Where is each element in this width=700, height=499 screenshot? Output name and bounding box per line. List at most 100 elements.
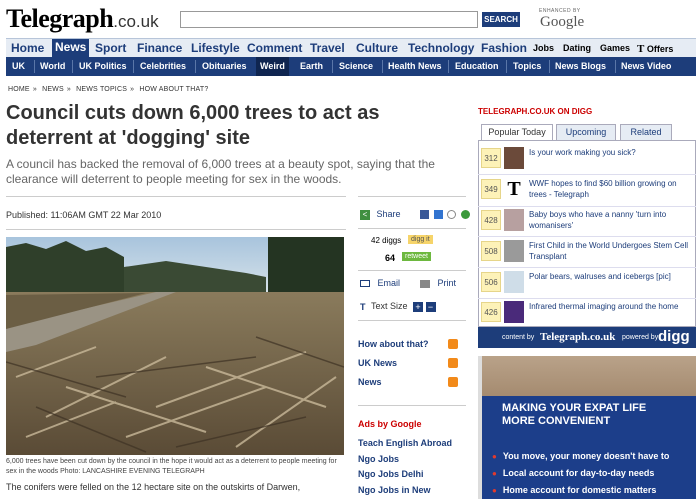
nav-news[interactable]: News (52, 39, 90, 57)
section-link-news[interactable]: News (358, 377, 382, 387)
ad-link[interactable]: Ngo Jobs Delhi (358, 469, 424, 479)
envelope-icon (360, 280, 370, 288)
ad-image (478, 356, 696, 396)
subnav-uk[interactable]: UK (12, 61, 25, 71)
article-headline: Council cuts down 6,000 trees to act as … (6, 102, 380, 149)
digg-count-badge: 508 (481, 241, 501, 261)
story-link[interactable]: First Child in the World Undergoes Stem … (529, 240, 695, 262)
breadcrumb-separator: » (130, 86, 135, 93)
subnav-education[interactable]: Education (455, 61, 499, 71)
telegraph-logo[interactable]: Telegraph.co.uk (6, 4, 159, 34)
telegraph-footer-logo: Telegraph.co.uk (540, 331, 616, 343)
nav-divider (332, 60, 333, 73)
digg-story[interactable]: 508 First Child in the World Undergoes S… (478, 238, 696, 266)
photo-caption: 6,000 trees have been cut down by the co… (6, 458, 337, 475)
nav-finance[interactable]: Finance (137, 41, 182, 55)
rss-icon[interactable] (448, 377, 458, 387)
increase-text-icon[interactable]: + (413, 301, 424, 312)
nav-divider (506, 60, 507, 73)
tab-popular-today[interactable]: Popular Today (481, 124, 553, 141)
breadcrumb: HOME» NEWS» NEWS TOPICS» HOW ABOUT THAT? (8, 86, 211, 93)
ad-bullet: You move, your money doesn't have to (492, 451, 670, 461)
nav-fashion[interactable]: Fashion (481, 41, 527, 55)
search-button[interactable]: SEARCH (482, 12, 520, 27)
nav-dating[interactable]: Dating (563, 43, 591, 53)
nav-home[interactable]: Home (11, 41, 44, 55)
story-thumbnail (504, 240, 524, 262)
nav-games[interactable]: Games (600, 43, 630, 53)
subnav-topics[interactable]: Topics (513, 61, 541, 71)
nav-divider (34, 60, 35, 73)
tab-upcoming[interactable]: Upcoming (556, 124, 616, 140)
share-button[interactable]: < Share (360, 209, 401, 220)
primary-nav: Home News Sport Finance Lifestyle Commen… (6, 38, 696, 57)
decrease-text-icon[interactable]: − (425, 301, 436, 312)
reddit-icon[interactable] (447, 210, 457, 220)
nav-jobs[interactable]: Jobs (533, 43, 554, 53)
divider (6, 229, 346, 230)
breadcrumb-separator: » (66, 86, 71, 93)
subnav-world[interactable]: World (40, 61, 65, 71)
subnav-celebrities[interactable]: Celebrities (140, 61, 186, 71)
nav-lifestyle[interactable]: Lifestyle (191, 41, 240, 55)
divider (478, 174, 696, 175)
digg-story[interactable]: 426 Infrared thermal imaging around the … (478, 299, 696, 327)
breadcrumb-news[interactable]: NEWS (42, 86, 64, 93)
search-input[interactable] (180, 11, 478, 28)
retweet-button[interactable]: retweet (402, 252, 431, 261)
rss-icon[interactable] (448, 339, 458, 349)
section-link-how-about-that[interactable]: How about that? (358, 339, 429, 349)
email-button[interactable]: Email (360, 278, 400, 288)
nav-comment[interactable]: Comment (247, 41, 302, 55)
subnav-news-blogs[interactable]: News Blogs (555, 61, 606, 71)
facebook-icon[interactable] (420, 210, 429, 220)
digg-it-button[interactable]: digg it (408, 235, 433, 244)
subnav-earth[interactable]: Earth (300, 61, 323, 71)
subnav-news-video[interactable]: News Video (621, 61, 671, 71)
rss-icon[interactable] (448, 358, 458, 368)
content-by-label: content by (502, 334, 535, 341)
subnav-weird[interactable]: Weird (256, 57, 289, 76)
story-link[interactable]: Baby boys who have a nanny 'turn into wo… (529, 209, 695, 231)
breadcrumb-news-topics[interactable]: NEWS TOPICS (76, 86, 127, 93)
tab-related[interactable]: Related (620, 124, 672, 140)
print-button[interactable]: Print (420, 278, 456, 288)
digg-logo: digg (658, 328, 690, 345)
breadcrumb-how-about-that[interactable]: HOW ABOUT THAT? (139, 86, 208, 93)
text-size-control: T Text Size + − (360, 301, 436, 312)
ad-link[interactable]: Ngo Jobs in New (358, 485, 431, 495)
breadcrumb-separator: » (32, 86, 37, 93)
ad-white-edge (478, 356, 482, 499)
nav-offers[interactable]: T Offers (637, 43, 673, 55)
story-thumbnail (504, 209, 524, 231)
digg-story[interactable]: 428 Baby boys who have a nanny 'turn int… (478, 207, 696, 235)
story-link[interactable]: Is your work making you sick? (529, 147, 695, 158)
nav-travel[interactable]: Travel (310, 41, 345, 55)
delicious-icon[interactable] (433, 210, 443, 220)
breadcrumb-home[interactable]: HOME (8, 86, 30, 93)
stumbleupon-icon[interactable] (460, 210, 470, 220)
section-link-uk-news[interactable]: UK News (358, 358, 397, 368)
digg-story[interactable]: 349 T WWF hopes to find $60 billion grow… (478, 176, 696, 204)
retweet-count: 64 (385, 253, 396, 263)
nav-sport[interactable]: Sport (95, 41, 126, 55)
digg-story[interactable]: 312 Is your work making you sick? (478, 145, 696, 173)
ads-by-google-label: Ads by Google (358, 419, 422, 429)
printer-icon (420, 279, 430, 288)
subnav-obituaries[interactable]: Obituaries (202, 61, 247, 71)
subnav-uk-politics[interactable]: UK Politics (79, 61, 127, 71)
digg-story[interactable]: 506 Polar bears, walruses and icebergs [… (478, 269, 696, 297)
subnav-health-news[interactable]: Health News (388, 61, 442, 71)
story-link[interactable]: Polar bears, walruses and icebergs [pic] (529, 271, 695, 282)
google-logo: Google (540, 14, 585, 30)
subnav-science[interactable]: Science (339, 61, 373, 71)
ad-link[interactable]: Teach English Abroad (358, 438, 452, 448)
digg-footer[interactable]: content by Telegraph.co.uk powered by di… (478, 327, 696, 348)
story-link[interactable]: Infrared thermal imaging around the home (529, 301, 695, 312)
story-link[interactable]: WWF hopes to find $60 billion growing on… (529, 178, 695, 200)
nav-culture[interactable]: Culture (356, 41, 398, 55)
ad-link[interactable]: Ngo Jobs (358, 454, 399, 464)
expat-banking-ad[interactable]: MAKING YOUR EXPAT LIFE MORE CONVENIENT Y… (478, 356, 696, 499)
digg-count-badge: 349 (481, 179, 501, 199)
nav-technology[interactable]: Technology (408, 41, 474, 55)
